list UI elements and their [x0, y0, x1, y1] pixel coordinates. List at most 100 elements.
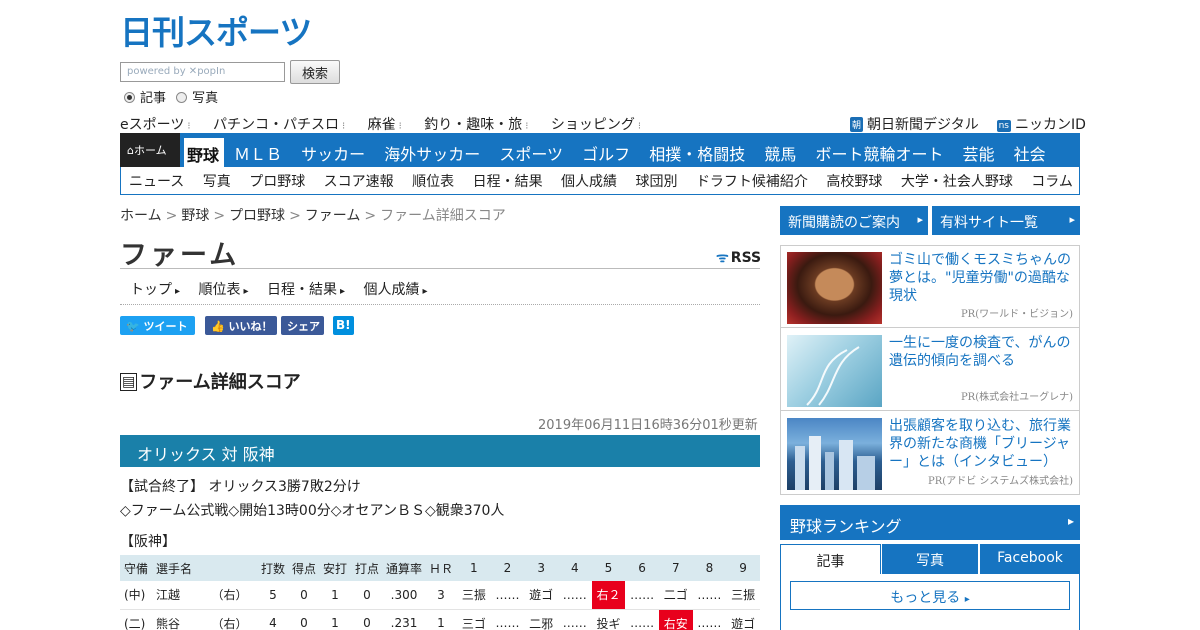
search-button[interactable]: 検索: [290, 60, 340, 84]
nav-home-label: ホーム: [133, 144, 167, 157]
subnav-schedule[interactable]: 日程・結果: [473, 174, 543, 190]
subtab-stats[interactable]: 個人成績: [363, 282, 427, 298]
nav-keiba[interactable]: 競馬: [764, 145, 796, 164]
subnav-pro[interactable]: プロ野球: [249, 174, 305, 190]
tab-ranking-articles[interactable]: 記事: [780, 544, 881, 574]
tweet-button[interactable]: 🐦 ツイート: [120, 316, 195, 335]
subnav-stats[interactable]: 個人成績: [561, 174, 617, 190]
th-inn2: 2: [490, 555, 525, 581]
nikkan-sports-logo[interactable]: 日刊スポーツ: [120, 12, 320, 50]
dna-helix-icon: [806, 346, 860, 406]
cell-player-name[interactable]: 熊谷: [152, 609, 202, 630]
topnav-shopping[interactable]: ショッピング: [551, 117, 641, 133]
breadcrumb-home[interactable]: ホーム: [120, 208, 162, 224]
subnav-live-score[interactable]: スコア速報: [324, 174, 394, 190]
nav-sumo[interactable]: 相撲・格闘技: [649, 145, 745, 164]
breadcrumb-baseball[interactable]: 野球: [181, 208, 209, 224]
section-title-text: ファーム詳細スコア: [139, 372, 301, 393]
cell-inning: 二ゴ: [658, 581, 693, 610]
radio-article[interactable]: [124, 92, 135, 103]
tweet-label: ツイート: [143, 320, 188, 333]
nav-golf[interactable]: ゴルフ: [582, 145, 630, 164]
subnav-college[interactable]: 大学・社会人野球: [901, 174, 1013, 190]
nav-entertainment[interactable]: 芸能: [963, 145, 995, 164]
ad-image-dna[interactable]: [787, 335, 882, 407]
table-row: (中) 江越 （右） 5 0 1 0 .300 3 三振 …… 遊ゴ …… 右２…: [120, 581, 760, 610]
th-r: 得点: [289, 555, 319, 581]
twitter-icon: 🐦: [126, 320, 140, 333]
subtab-top[interactable]: トップ: [130, 282, 180, 298]
topnav-fishing[interactable]: 釣り・趣味・旅: [424, 117, 528, 133]
cell-inning: 遊ゴ: [524, 581, 558, 610]
cell-rbi: 0: [351, 609, 383, 630]
game-info: ◇ファーム公式戦◇開始13時00分◇オセアンＢＳ◇観衆370人: [120, 503, 505, 519]
cell-hand: （右）: [202, 581, 257, 610]
breadcrumb-farm[interactable]: ファーム: [305, 208, 361, 224]
sponsored-item[interactable]: 一生に一度の検査で、がんの遺伝的傾向を調べる PR(株式会社ユーグレナ): [781, 329, 1079, 411]
sponsored-item[interactable]: ゴミ山で働くモスミちゃんの夢とは。"児童労働"の過酷な現状 PR(ワールド・ビジ…: [781, 246, 1079, 328]
hatena-bookmark-button[interactable]: B!: [333, 316, 354, 335]
ad-title[interactable]: 一生に一度の検査で、がんの遺伝的傾向を調べる: [889, 334, 1075, 370]
cell-inning: 三ゴ: [457, 609, 491, 630]
nav-boat[interactable]: ボート競輪オート: [815, 145, 943, 164]
ad-title[interactable]: ゴミ山で働くモスミちゃんの夢とは。"児童労働"の過酷な現状: [889, 251, 1075, 305]
th-inn9: 9: [726, 555, 760, 581]
subscribe-button[interactable]: 新聞購読のご案内: [780, 206, 928, 235]
like-button[interactable]: 👍 いいね！: [205, 316, 277, 335]
nav-society[interactable]: 社会: [1014, 145, 1046, 164]
nav-baseball-active[interactable]: 野球: [184, 138, 224, 167]
subnav-photo[interactable]: 写真: [203, 174, 231, 190]
cell-inning: ……: [557, 609, 592, 630]
nikkan-id-link[interactable]: ns ニッカンID: [996, 117, 1086, 133]
cell-player-name[interactable]: 江越: [152, 581, 202, 610]
subtab-schedule[interactable]: 日程・結果: [267, 282, 345, 298]
subnav-standings[interactable]: 順位表: [412, 174, 454, 190]
nikkan-id-label: ニッカンID: [1014, 117, 1086, 133]
nav-sports[interactable]: スポーツ: [499, 145, 563, 164]
ad-title[interactable]: 出張顧客を取り込む、旅行業界の新たな商機「ブリージャー」とは（インタビュー）: [889, 417, 1075, 471]
subnav-draft[interactable]: ドラフト候補紹介: [696, 174, 808, 190]
cell-inning-hit: 右安: [658, 609, 693, 630]
asahi-link[interactable]: 朝朝日新聞デジタル: [850, 117, 979, 133]
share-button[interactable]: シェア: [281, 316, 324, 335]
sponsored-item[interactable]: 出張顧客を取り込む、旅行業界の新たな商機「ブリージャー」とは（インタビュー） P…: [781, 412, 1079, 494]
search-input[interactable]: powered by ✕popIn: [120, 62, 285, 82]
tab-ranking-facebook[interactable]: Facebook: [980, 544, 1080, 574]
cell-h: 1: [319, 609, 351, 630]
nav-mlb[interactable]: ＭＬＢ: [234, 145, 282, 164]
topnav-mahjong[interactable]: 麻雀: [368, 117, 402, 133]
subtab-standings[interactable]: 順位表: [198, 282, 248, 298]
breadcrumb-sep: >: [364, 208, 377, 224]
nav-home[interactable]: ⌂ホーム: [120, 133, 180, 167]
paid-sites-button[interactable]: 有料サイト一覧: [932, 206, 1080, 235]
cell-inning: ……: [625, 609, 659, 630]
th-pos: 守備: [120, 555, 152, 581]
ad-image-girl[interactable]: [787, 252, 882, 324]
tab-ranking-photos[interactable]: 写真: [882, 544, 978, 574]
cell-inning: 三振: [726, 581, 760, 610]
ad-image-city[interactable]: [787, 418, 882, 490]
box-score-header: 守備 選手名 打数 得点 安打 打点 通算率 ＨＲ 1 2 3 4 5 6 7 …: [120, 555, 760, 581]
th-avg: 通算率: [383, 555, 425, 581]
subnav-teams[interactable]: 球団別: [635, 174, 677, 190]
sponsored-box: ゴミ山で働くモスミちゃんの夢とは。"児童労働"の過酷な現状 PR(ワールド・ビジ…: [780, 245, 1080, 495]
radio-photo[interactable]: [176, 92, 188, 103]
rss-label: RSS: [730, 250, 762, 266]
more-button[interactable]: もっと見る ▸: [790, 581, 1070, 610]
breadcrumb-sep: >: [289, 208, 301, 224]
nav-soccer[interactable]: サッカー: [301, 145, 365, 164]
thumbs-up-icon: 👍: [211, 320, 225, 333]
th-inn4: 4: [557, 555, 592, 581]
ranking-tabs: 記事 写真 Facebook: [780, 544, 1080, 574]
rss-link[interactable]: ᯤ RSS: [716, 248, 761, 267]
subnav-column[interactable]: コラム: [1031, 174, 1073, 190]
topnav-pachinko[interactable]: パチンコ・パチスロ: [213, 117, 345, 133]
breadcrumb-pro[interactable]: プロ野球: [229, 208, 285, 224]
subnav-highschool[interactable]: 高校野球: [826, 174, 882, 190]
cell-hr: 3: [425, 581, 457, 610]
ranking-title[interactable]: 野球ランキング: [780, 505, 1080, 540]
radio-photo-label: 写真: [192, 91, 219, 106]
nav-world-soccer[interactable]: 海外サッカー: [384, 145, 480, 164]
subnav-news[interactable]: ニュース: [129, 174, 184, 190]
topnav-esports[interactable]: eスポーツ: [120, 117, 191, 133]
